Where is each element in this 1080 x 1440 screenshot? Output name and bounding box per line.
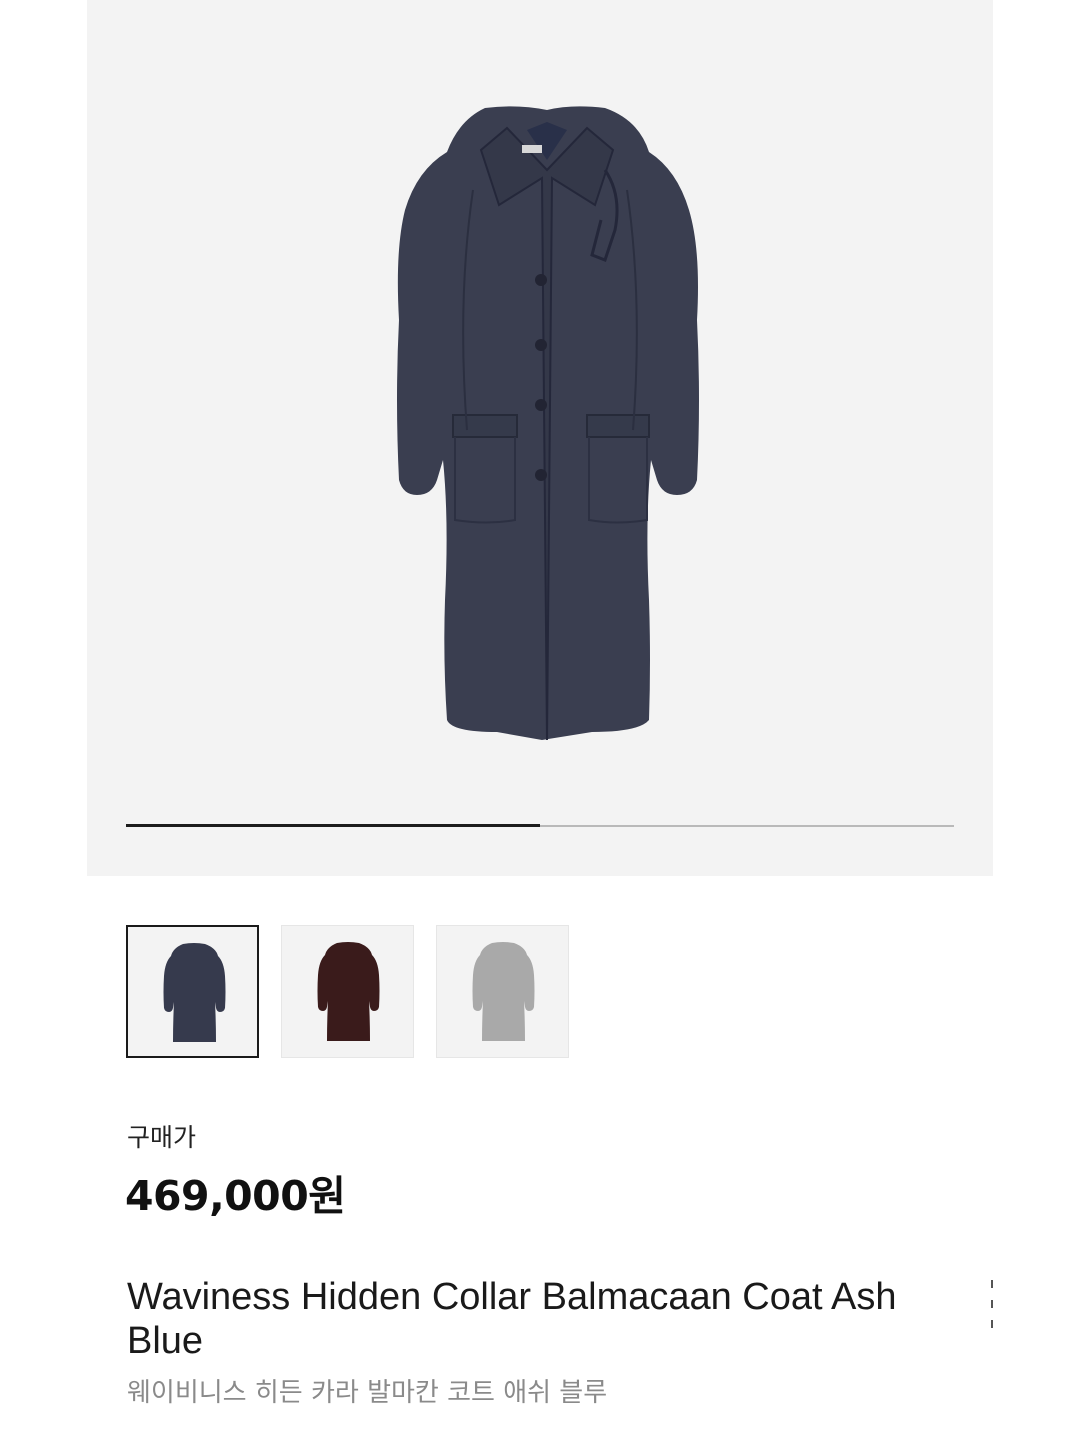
product-name-ko: 웨이비니스 히든 카라 발마칸 코트 애쉬 블루	[127, 1378, 608, 1408]
price-label: 구매가	[127, 1123, 197, 1152]
coat-thumbnail-ash-blue	[163, 943, 226, 1042]
gallery-progress-fill	[126, 824, 540, 827]
coat-main-image	[397, 106, 699, 741]
color-option-burgundy[interactable]	[281, 925, 414, 1058]
color-option-ash-blue[interactable]	[126, 925, 259, 1058]
product-image-gallery[interactable]	[87, 0, 993, 876]
product-detail-page: 구매가 469,000원 Waviness Hidden Collar Balm…	[0, 0, 1080, 1440]
gallery-progress-bar[interactable]	[126, 824, 954, 827]
color-option-grey[interactable]	[436, 925, 569, 1058]
coat-thumbnail-burgundy	[317, 942, 380, 1041]
coat-thumbnail-grey	[472, 942, 535, 1041]
price-value: 469,000원	[125, 1172, 346, 1220]
product-name-en: Waviness Hidden Collar Balmacaan Coat As…	[127, 1276, 897, 1362]
scroll-indicator	[991, 1280, 993, 1328]
